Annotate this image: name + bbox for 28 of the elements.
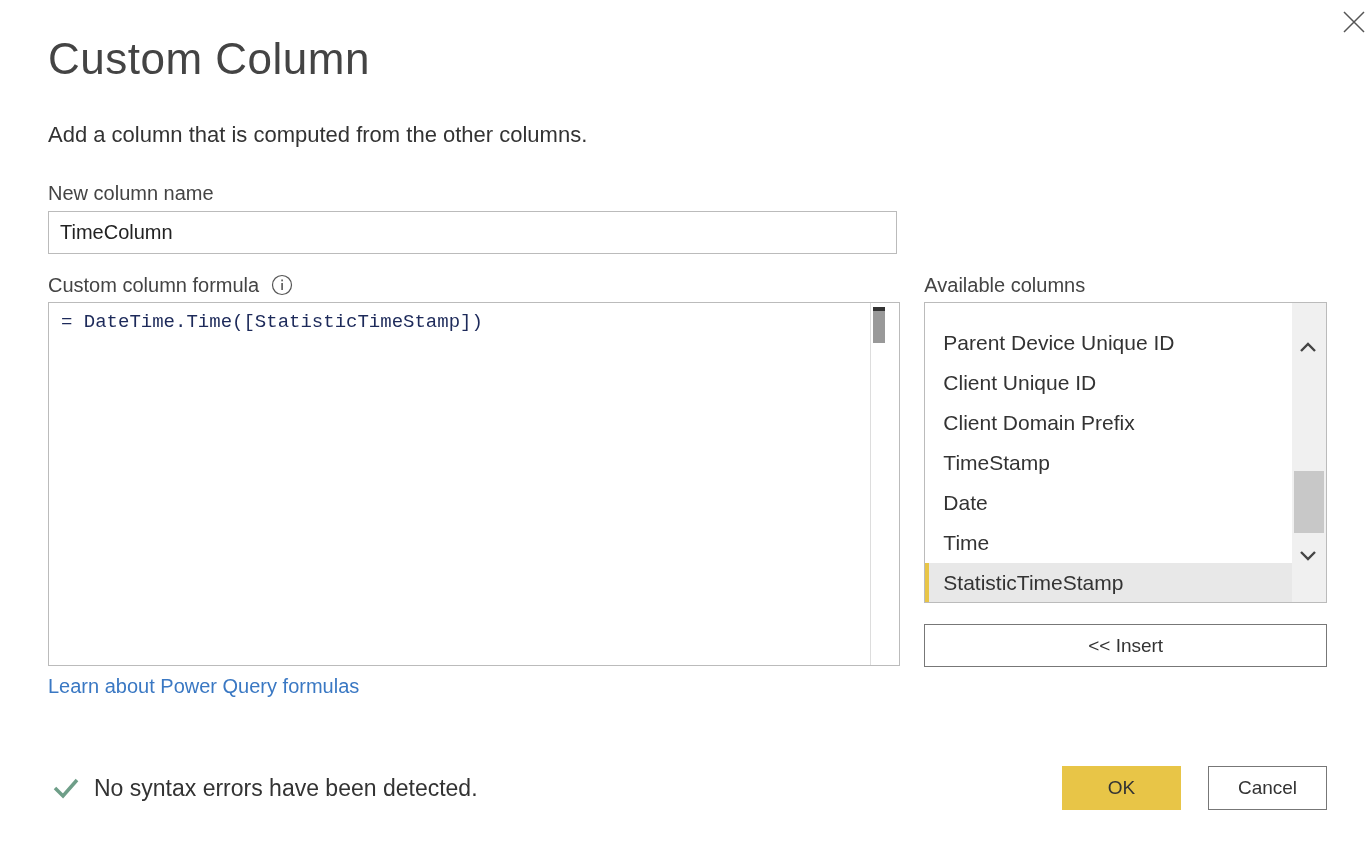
list-label: Available columns [924, 273, 1086, 297]
column-item[interactable]: StatisticTimeStamp [925, 563, 1292, 602]
formula-text: = DateTime.Time([StatisticTimeStamp]) [60, 310, 484, 335]
scroll-up-icon[interactable] [1299, 341, 1317, 353]
info-icon[interactable] [271, 274, 294, 296]
dialog-title: Custom Column [48, 34, 371, 84]
insert-button[interactable]: << Insert [924, 624, 1327, 667]
scroll-thumb[interactable] [873, 307, 886, 343]
cancel-button[interactable]: Cancel [1208, 766, 1327, 810]
scroll-thumb[interactable] [1294, 471, 1324, 533]
field-label: New column name [48, 182, 215, 205]
close-icon[interactable] [1343, 11, 1365, 33]
field-label: Custom column formula [48, 273, 260, 297]
formula-editor[interactable]: = DateTime.Time([StatisticTimeStamp]) [48, 302, 901, 666]
column-item[interactable]: Client Domain Prefix [925, 403, 1292, 443]
list-scrollbar[interactable] [1292, 303, 1326, 602]
column-item[interactable]: Time [925, 523, 1292, 563]
column-item[interactable]: Parent Device Unique ID [925, 323, 1292, 363]
column-item[interactable]: Client Unique ID [925, 363, 1292, 403]
column-item[interactable]: TimeStamp [925, 443, 1292, 483]
dialog-description: Add a column that is computed from the other columns. [48, 122, 589, 148]
status-message: No syntax errors have been detected. [94, 774, 478, 802]
learn-link[interactable]: Learn about Power Query formulas [48, 675, 360, 698]
column-item[interactable]: Date [925, 483, 1292, 523]
ok-button[interactable]: OK [1062, 766, 1181, 810]
checkmark-icon [52, 776, 80, 800]
column-name-field[interactable]: TimeColumn [48, 211, 897, 254]
scroll-down-icon[interactable] [1299, 550, 1317, 562]
